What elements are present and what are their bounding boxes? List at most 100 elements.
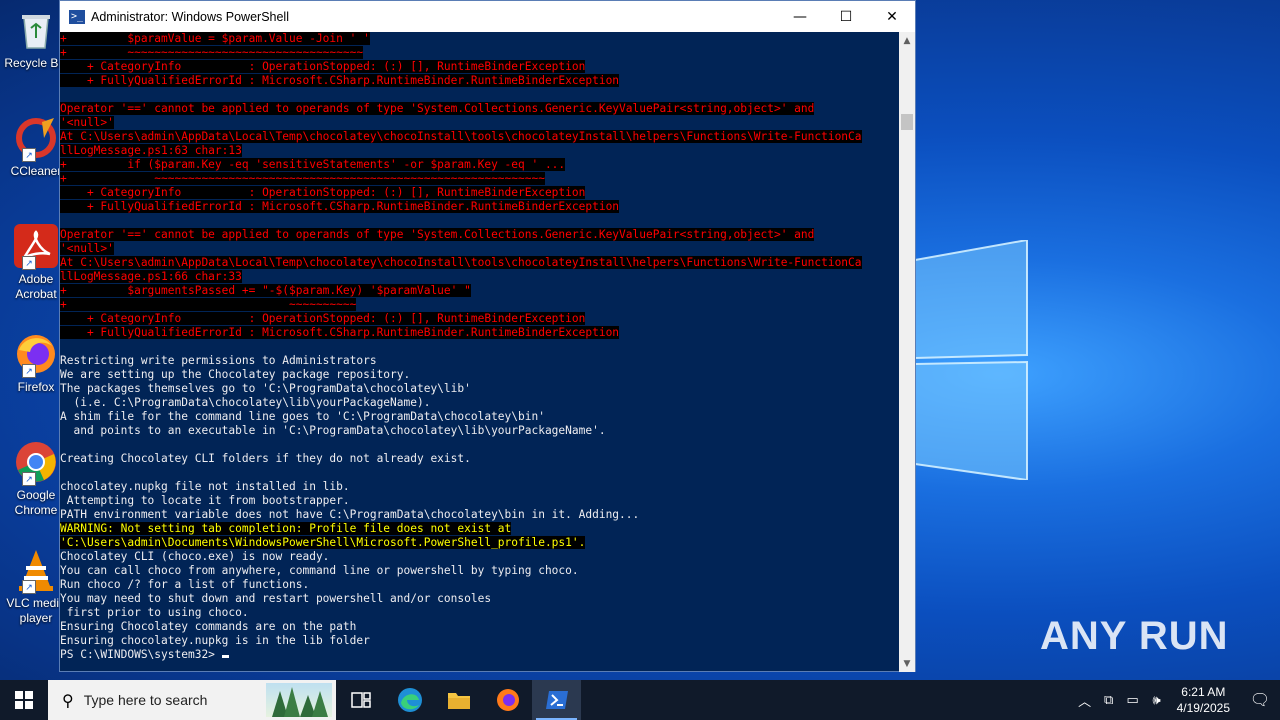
- action-center-icon[interactable]: 🗨: [1240, 690, 1280, 710]
- console-line-text: Chocolatey CLI (choco.exe) is now ready.: [60, 550, 330, 563]
- maximize-button[interactable]: ☐: [823, 1, 869, 32]
- console-line: + $paramValue = $param.Value -Join ' ': [60, 32, 900, 46]
- console-line-text: Operator '==' cannot be applied to opera…: [60, 228, 815, 241]
- anyrun-watermark: ANY RUN: [1040, 610, 1229, 660]
- scroll-up-arrow-icon[interactable]: ▲: [899, 32, 915, 49]
- console-line-text: chocolatey.nupkg file not installed in l…: [60, 480, 350, 493]
- console-line-text: llLogMessage.ps1:66 char:33: [60, 270, 242, 283]
- console-line: + FullyQualifiedErrorId : Microsoft.CSha…: [60, 74, 900, 88]
- console-line: + ~~~~~~~~~~~~~~~~~~~~~~~~~~~~~~~~~~~~~~…: [60, 172, 900, 186]
- minimize-button[interactable]: —: [777, 1, 823, 32]
- console-line-text: You may need to shut down and restart po…: [60, 592, 492, 605]
- network-icon[interactable]: ▭: [1121, 692, 1145, 708]
- text-cursor: [221, 655, 229, 658]
- taskbar-search-box[interactable]: ⚲ Type here to search: [48, 680, 336, 720]
- console-line: 'C:\Users\admin\Documents\WindowsPowerSh…: [60, 536, 900, 550]
- console-line-text: + CategoryInfo : OperationStopped: (:) […: [60, 60, 586, 73]
- chrome-icon: ↗: [14, 440, 58, 486]
- console-line-text: and points to an executable in 'C:\Progr…: [60, 424, 606, 437]
- console-line: first prior to using choco.: [60, 606, 900, 620]
- console-line: A shim file for the command line goes to…: [60, 410, 900, 424]
- window-title: Administrator: Windows PowerShell: [91, 9, 289, 24]
- console-line-text: + ~~~~~~~~~~~~~~~~~~~~~~~~~~~~~~~~~~~~~~…: [60, 172, 545, 185]
- taskbar-edge[interactable]: [385, 680, 434, 720]
- taskbar-clock[interactable]: 6:21 AM 4/19/2025: [1177, 684, 1230, 716]
- scroll-down-arrow-icon[interactable]: ▼: [899, 655, 915, 672]
- console-line-text: PATH environment variable does not have …: [60, 508, 640, 521]
- console-output[interactable]: + $paramValue = $param.Value -Join ' ' + …: [60, 32, 900, 672]
- powershell-icon: [545, 691, 568, 709]
- console-line: PS C:\WINDOWS\system32>: [60, 648, 900, 662]
- console-line: '<null>': [60, 242, 900, 256]
- console-line: You can call choco from anywhere, comman…: [60, 564, 900, 578]
- console-line-text: + if ($param.Key -eq 'sensitiveStatement…: [60, 158, 566, 171]
- console-line: Ensuring Chocolatey commands are on the …: [60, 620, 900, 634]
- system-tray: ︿ ⧉ ▭ 🕪 6:21 AM 4/19/2025 🗨: [1073, 680, 1280, 720]
- console-line-text: + FullyQualifiedErrorId : Microsoft.CSha…: [60, 200, 620, 213]
- windows-wallpaper-logo: [915, 240, 1028, 480]
- console-line-text: + ~~~~~~~~~~: [60, 298, 357, 311]
- powershell-window[interactable]: >_ Administrator: Windows PowerShell — ☐…: [59, 0, 916, 672]
- console-line: + CategoryInfo : OperationStopped: (:) […: [60, 312, 900, 326]
- taskbar-powershell[interactable]: [532, 680, 581, 720]
- console-line-text: Ensuring chocolatey.nupkg is in the lib …: [60, 634, 370, 647]
- console-line-text: The packages themselves go to 'C:\Progra…: [60, 382, 471, 395]
- start-button[interactable]: [0, 680, 48, 720]
- console-line: + FullyQualifiedErrorId : Microsoft.CSha…: [60, 326, 900, 340]
- console-line-text: + ~~~~~~~~~~~~~~~~~~~~~~~~~~~~~~~~~~~: [60, 46, 364, 59]
- console-line-text: first prior to using choco.: [60, 606, 249, 619]
- console-line-text: WARNING: Not setting tab completion: Pro…: [60, 522, 512, 535]
- window-titlebar[interactable]: >_ Administrator: Windows PowerShell — ☐…: [60, 1, 915, 32]
- console-line: llLogMessage.ps1:66 char:33: [60, 270, 900, 284]
- console-line-text: Creating Chocolatey CLI folders if they …: [60, 452, 471, 465]
- shortcut-arrow-icon: ↗: [22, 364, 36, 378]
- scrollbar-thumb[interactable]: [901, 114, 913, 130]
- console-line: At C:\Users\admin\AppData\Local\Temp\cho…: [60, 256, 900, 270]
- anyrun-watermark-text: ANY RUN: [1040, 614, 1229, 658]
- console-line: The packages themselves go to 'C:\Progra…: [60, 382, 900, 396]
- console-line-text: '<null>': [60, 116, 114, 129]
- console-line: PATH environment variable does not have …: [60, 508, 900, 522]
- edge-icon: [397, 688, 422, 712]
- console-line: Operator '==' cannot be applied to opera…: [60, 228, 900, 242]
- console-line-text: '<null>': [60, 242, 114, 255]
- vlc-icon: ↗: [14, 548, 58, 594]
- console-line-text: + FullyQualifiedErrorId : Microsoft.CSha…: [60, 326, 620, 339]
- console-line: + ~~~~~~~~~~~~~~~~~~~~~~~~~~~~~~~~~~~: [60, 46, 900, 60]
- console-line: + if ($param.Key -eq 'sensitiveStatement…: [60, 158, 900, 172]
- console-line-text: Attempting to locate it from bootstrappe…: [60, 494, 350, 507]
- vertical-scrollbar[interactable]: ▲ ▼: [899, 32, 915, 672]
- taskbar-file-explorer[interactable]: [434, 680, 483, 720]
- network-adapter-icon[interactable]: ⧉: [1097, 692, 1121, 708]
- taskbar-firefox[interactable]: [483, 680, 532, 720]
- console-line: At C:\Users\admin\AppData\Local\Temp\cho…: [60, 130, 900, 144]
- clock-time: 6:21 AM: [1181, 685, 1226, 699]
- console-line: + CategoryInfo : OperationStopped: (:) […: [60, 60, 900, 74]
- console-line: + CategoryInfo : OperationStopped: (:) […: [60, 186, 900, 200]
- console-line-text: A shim file for the command line goes to…: [60, 410, 545, 423]
- console-line: + ~~~~~~~~~~: [60, 298, 900, 312]
- console-line: Run choco /? for a list of functions.: [60, 578, 900, 592]
- console-line: chocolatey.nupkg file not installed in l…: [60, 480, 900, 494]
- console-line-text: + $paramValue = $param.Value -Join ' ': [60, 32, 370, 45]
- taskbar: ⚲ Type here to search ︿ ⧉ ▭ 🕪 6:21 AM 4/…: [0, 680, 1280, 720]
- console-line-text: + FullyQualifiedErrorId : Microsoft.CSha…: [60, 74, 620, 87]
- console-line-text: + CategoryInfo : OperationStopped: (:) […: [60, 312, 586, 325]
- search-icon: ⚲: [62, 690, 74, 710]
- ccleaner-icon: ↗: [14, 116, 58, 162]
- taskbar-task-view[interactable]: [336, 680, 385, 720]
- console-line-text: At C:\Users\admin\AppData\Local\Temp\cho…: [60, 256, 862, 269]
- volume-icon[interactable]: 🕪: [1145, 692, 1169, 708]
- console-line-text: PS C:\WINDOWS\system32>: [60, 648, 222, 661]
- firefox-icon: [496, 689, 519, 711]
- console-line: Creating Chocolatey CLI folders if they …: [60, 452, 900, 466]
- console-line: Operator '==' cannot be applied to opera…: [60, 102, 900, 116]
- close-button[interactable]: ✕: [869, 1, 915, 32]
- console-line: You may need to shut down and restart po…: [60, 592, 900, 606]
- console-line: Ensuring chocolatey.nupkg is in the lib …: [60, 634, 900, 648]
- show-hidden-icons-chevron-icon[interactable]: ︿: [1073, 691, 1097, 710]
- console-line: + $argumentsPassed += "-$($param.Key) '$…: [60, 284, 900, 298]
- console-line-text: Restricting write permissions to Adminis…: [60, 354, 377, 367]
